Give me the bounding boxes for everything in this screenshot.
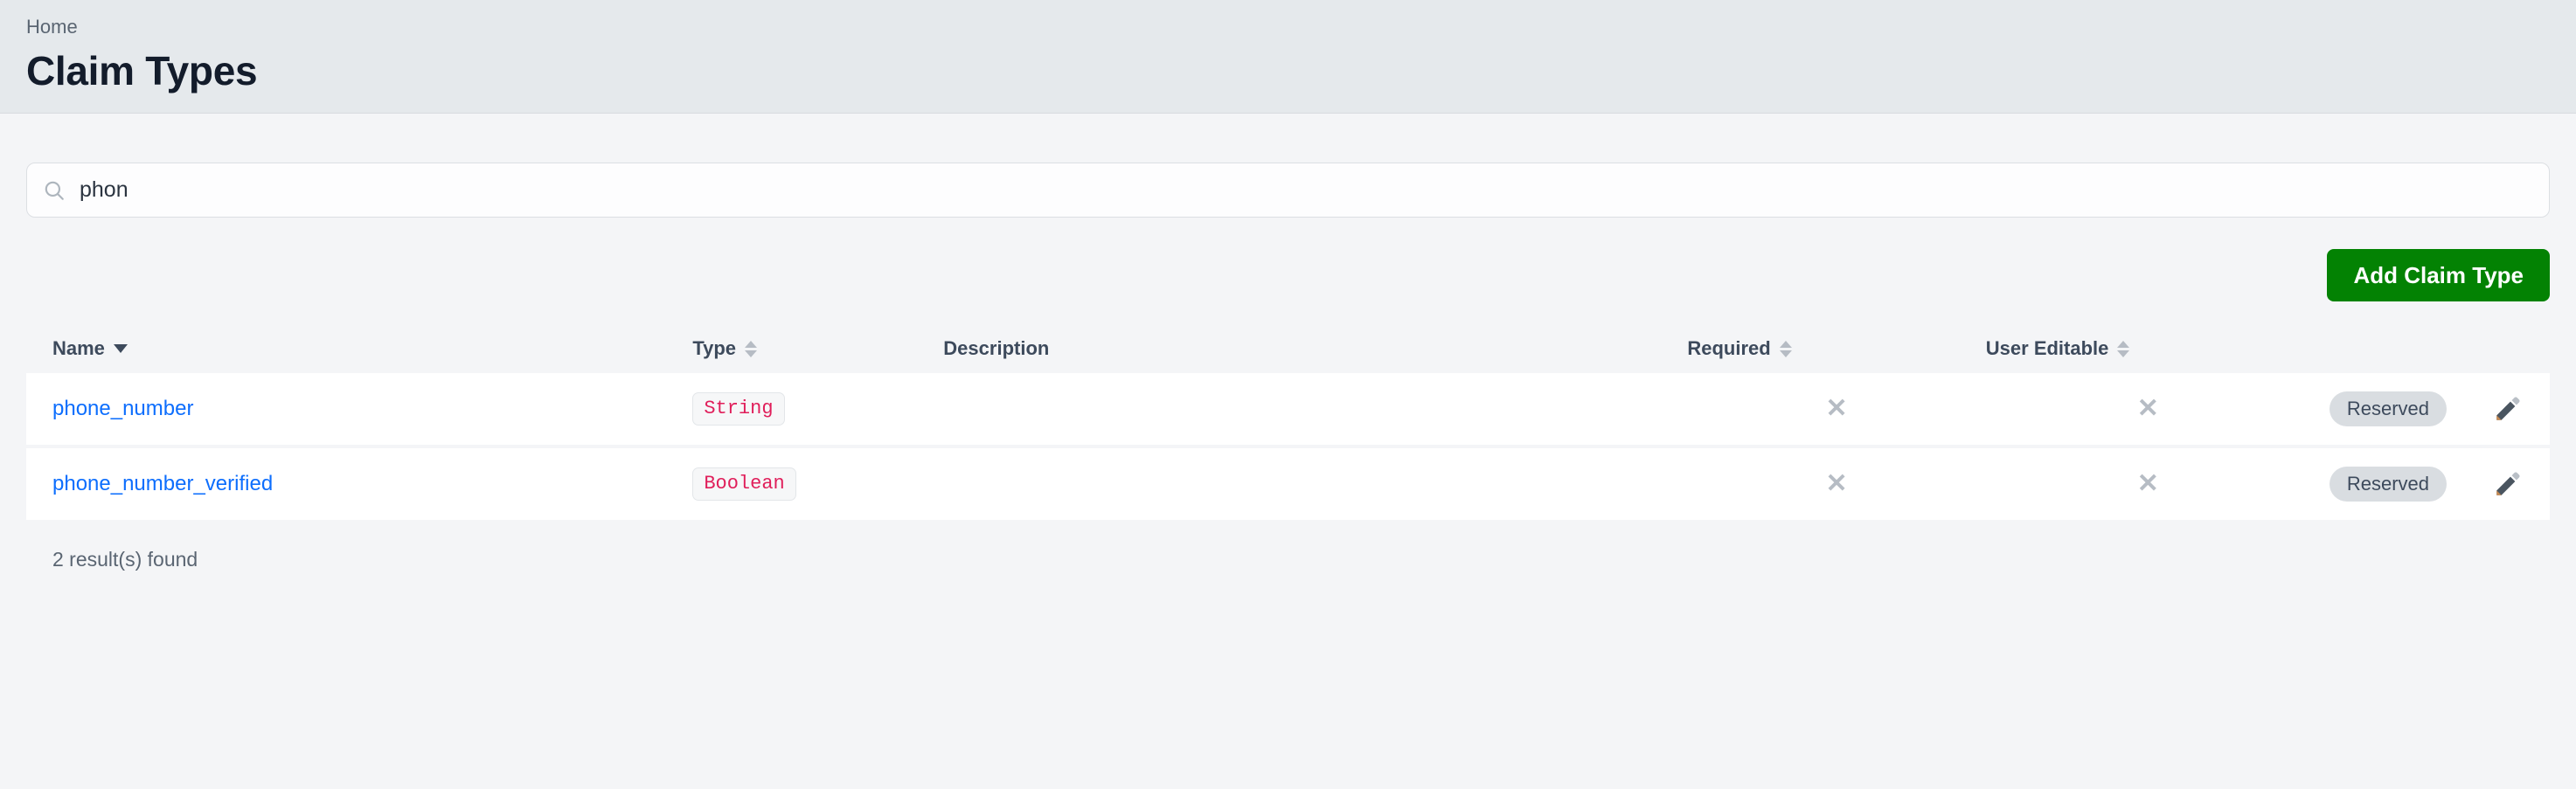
search-section bbox=[26, 163, 2550, 218]
cross-icon: ✕ bbox=[1826, 396, 1848, 422]
add-claim-type-button[interactable]: Add Claim Type bbox=[2327, 249, 2550, 301]
claim-type-link[interactable]: phone_number_verified bbox=[52, 472, 273, 496]
claim-types-table: Name Type Description Required User Edit… bbox=[26, 324, 2550, 520]
search-input[interactable] bbox=[80, 177, 2533, 203]
sort-toggle-icon bbox=[745, 341, 757, 357]
cell-required: ✕ bbox=[1687, 396, 1985, 422]
main-content: Add Claim Type Name Type Description Req… bbox=[0, 163, 2576, 571]
edit-button[interactable] bbox=[2488, 464, 2528, 504]
claim-type-link[interactable]: phone_number bbox=[52, 397, 193, 421]
type-badge: Boolean bbox=[692, 467, 795, 501]
edit-icon bbox=[2493, 469, 2523, 499]
cell-required: ✕ bbox=[1687, 471, 1985, 497]
sort-toggle-icon bbox=[1780, 341, 1792, 357]
edit-icon bbox=[2493, 394, 2523, 424]
cell-type: Boolean bbox=[692, 467, 943, 501]
cross-icon: ✕ bbox=[2137, 396, 2159, 422]
cell-user-editable: ✕ bbox=[1986, 396, 2310, 422]
cell-badge: Reserved bbox=[2310, 467, 2466, 502]
page-title: Claim Types bbox=[26, 45, 2550, 96]
table-row: phone_number String ✕ ✕ Reserved bbox=[26, 373, 2550, 445]
sort-descending-icon bbox=[114, 344, 128, 353]
column-header-name-label: Name bbox=[52, 337, 105, 360]
column-header-description: Description bbox=[943, 337, 1687, 360]
breadcrumb-item-home[interactable]: Home bbox=[26, 16, 78, 38]
search-box[interactable] bbox=[26, 163, 2550, 218]
cell-name: phone_number bbox=[26, 397, 692, 421]
cell-badge: Reserved bbox=[2310, 391, 2466, 426]
cell-user-editable: ✕ bbox=[1986, 471, 2310, 497]
breadcrumb: Home bbox=[26, 14, 2550, 40]
table-row: phone_number_verified Boolean ✕ ✕ Reserv… bbox=[26, 448, 2550, 520]
sort-toggle-icon bbox=[2117, 341, 2129, 357]
column-header-type[interactable]: Type bbox=[692, 337, 943, 360]
column-header-user-editable-label: User Editable bbox=[1986, 337, 2109, 360]
column-header-required-label: Required bbox=[1687, 337, 1770, 360]
search-icon bbox=[43, 179, 66, 202]
column-header-required[interactable]: Required bbox=[1687, 337, 1985, 360]
column-header-description-label: Description bbox=[943, 337, 1049, 360]
cross-icon: ✕ bbox=[2137, 471, 2159, 497]
result-count: 2 result(s) found bbox=[26, 548, 2550, 571]
column-header-type-label: Type bbox=[692, 337, 736, 360]
edit-button[interactable] bbox=[2488, 389, 2528, 429]
page-header: Home Claim Types bbox=[0, 0, 2576, 114]
cross-icon: ✕ bbox=[1826, 471, 1848, 497]
status-badge: Reserved bbox=[2330, 467, 2447, 502]
cell-name: phone_number_verified bbox=[26, 472, 692, 496]
status-badge: Reserved bbox=[2330, 391, 2447, 426]
type-badge: String bbox=[692, 392, 784, 426]
cell-actions bbox=[2466, 389, 2550, 429]
cell-type: String bbox=[692, 392, 943, 426]
column-header-name[interactable]: Name bbox=[26, 337, 692, 360]
action-bar: Add Claim Type bbox=[26, 249, 2550, 301]
table-header-row: Name Type Description Required User Edit… bbox=[26, 324, 2550, 373]
column-header-user-editable[interactable]: User Editable bbox=[1986, 337, 2310, 360]
cell-actions bbox=[2466, 464, 2550, 504]
